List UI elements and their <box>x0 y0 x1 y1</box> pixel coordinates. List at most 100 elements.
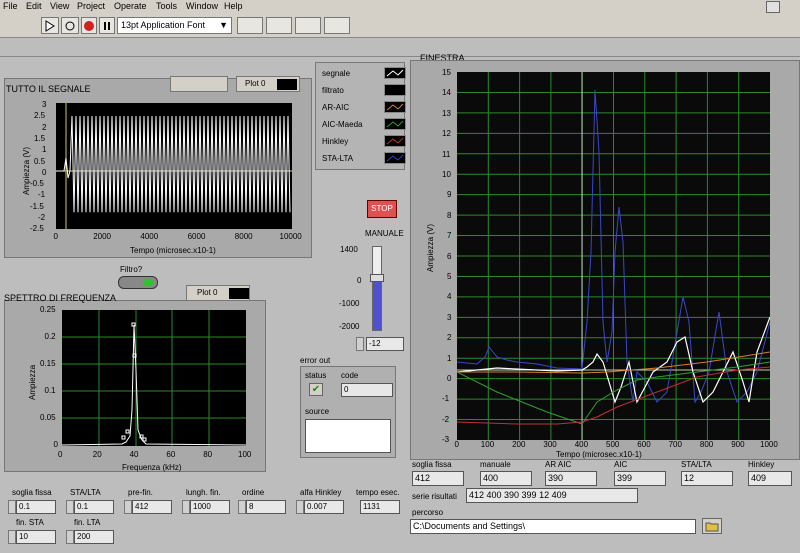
manuale-slider[interactable] <box>370 246 384 331</box>
finestra-plot-area[interactable] <box>457 72 770 440</box>
legend-item[interactable]: filtrato <box>322 84 406 98</box>
param-stepper[interactable] <box>8 500 16 514</box>
spectrum-plot-legend[interactable]: Plot 0 <box>186 285 250 301</box>
percorso-path-field[interactable]: C:\Documents and Settings\ <box>410 519 696 534</box>
signal-ytick: 2.5 <box>34 111 46 121</box>
legend-item[interactable]: segnale <box>322 67 406 81</box>
spectrum-ytick: 0 <box>53 440 58 449</box>
result-value[interactable]: 390 <box>545 471 597 486</box>
param-label: ordine <box>242 488 265 497</box>
param-label: pre-fin. <box>128 488 153 497</box>
menu-project[interactable]: Project <box>77 1 105 11</box>
finestra-ytick: -2 <box>442 414 450 424</box>
chevron-down-icon: ▼ <box>219 20 228 30</box>
signal-xtick: 2000 <box>93 232 111 241</box>
browse-folder-button[interactable] <box>702 518 722 534</box>
legend-item[interactable]: AIC-Maeda <box>322 118 406 132</box>
error-out-title: error out <box>300 356 331 365</box>
param-value[interactable]: 1131 <box>360 500 400 514</box>
menu-file[interactable]: File <box>3 1 18 11</box>
param2-value[interactable]: 10 <box>16 530 56 544</box>
result-value[interactable]: 399 <box>614 471 666 486</box>
param-stepper[interactable] <box>296 500 304 514</box>
filtro-label: Filtro? <box>120 265 143 274</box>
menu-help[interactable]: Help <box>224 1 243 11</box>
spectrum-xtick: 20 <box>92 450 102 459</box>
param2-stepper[interactable] <box>8 530 16 544</box>
signal-ytick: -0.5 <box>30 179 44 189</box>
manuale-slider-thumb[interactable] <box>370 274 384 282</box>
result-label: AIC <box>614 460 628 469</box>
param-stepper[interactable] <box>238 500 246 514</box>
spectrum-plot-swatch <box>229 288 249 299</box>
error-source-label: source <box>305 407 330 416</box>
graph-palette[interactable] <box>170 76 228 92</box>
legend-item[interactable]: Hinkley <box>322 135 406 149</box>
finestra-ytick: 12 <box>442 129 451 139</box>
param-value[interactable]: 8 <box>246 500 286 514</box>
serie-risultati-value[interactable]: 412 400 390 399 12 409 <box>466 488 638 503</box>
signal-title: TUTTO IL SEGNALE <box>6 84 91 94</box>
legend-item[interactable]: STA-LTA <box>322 152 406 166</box>
result-value[interactable]: 409 <box>748 471 792 486</box>
legend-item[interactable]: AR-AIC <box>322 101 406 115</box>
param-stepper[interactable] <box>66 500 74 514</box>
menu-tools[interactable]: Tools <box>156 1 177 11</box>
menu-operate[interactable]: Operate <box>114 1 147 11</box>
abort-button[interactable] <box>81 17 97 34</box>
font-select[interactable]: 13pt Application Font ▼ <box>117 17 232 34</box>
menu-view[interactable]: View <box>50 1 69 11</box>
param2-stepper[interactable] <box>66 530 74 544</box>
param-value[interactable]: 412 <box>132 500 172 514</box>
finestra-ytick: -3 <box>442 435 450 445</box>
result-label: manuale <box>480 460 511 469</box>
menu-edit[interactable]: Edit <box>26 1 42 11</box>
spectrum-xtick: 40 <box>129 450 139 459</box>
stop-button[interactable]: STOP <box>367 200 397 218</box>
param-value[interactable]: 1000 <box>190 500 230 514</box>
align-objects-button[interactable] <box>237 17 263 34</box>
finestra-ytick: 1 <box>447 353 452 363</box>
result-value[interactable]: 412 <box>412 471 464 486</box>
error-code-value[interactable]: 0 <box>341 383 393 397</box>
spectrum-ylabel: Ampiezza <box>28 364 37 400</box>
run-arrow-button[interactable] <box>41 17 59 34</box>
param2-value[interactable]: 200 <box>74 530 114 544</box>
signal-plot-area[interactable] <box>56 103 292 229</box>
finestra-ytick: 6 <box>447 251 452 261</box>
param2-label: fin. STA <box>16 518 44 527</box>
menu-bar: File Edit View Project Operate Tools Win… <box>0 0 800 14</box>
param-label: lungh. fin. <box>186 488 221 497</box>
error-code-label: code <box>341 371 359 380</box>
error-source-textbox[interactable] <box>305 419 391 453</box>
run-continuously-button[interactable] <box>61 17 79 34</box>
resize-objects-button[interactable] <box>295 17 321 34</box>
param-stepper[interactable] <box>124 500 132 514</box>
param-value[interactable]: 0.007 <box>304 500 344 514</box>
param-stepper[interactable] <box>182 500 190 514</box>
param-value[interactable]: 0.1 <box>74 500 114 514</box>
spectrum-plot-area[interactable] <box>62 310 246 446</box>
filtro-toggle[interactable] <box>118 276 158 289</box>
result-value[interactable]: 12 <box>681 471 733 486</box>
error-status-check-icon[interactable]: ✔ <box>309 383 323 396</box>
manuale-slider-fill <box>373 278 381 330</box>
pause-button[interactable] <box>99 17 115 34</box>
signal-plot-svg <box>56 103 292 229</box>
manuale-value[interactable]: -12 <box>366 337 404 351</box>
filtro-led <box>143 279 153 286</box>
reorder-button[interactable] <box>324 17 350 34</box>
legend-item-label: AR-AIC <box>322 103 350 112</box>
manuale-stepper[interactable] <box>356 337 364 351</box>
finestra-ytick: 13 <box>442 108 451 118</box>
distribute-objects-button[interactable] <box>266 17 292 34</box>
signal-ylabel: Ampiezza (V) <box>22 146 31 195</box>
menu-window[interactable]: Window <box>186 1 218 11</box>
finestra-ytick: 2 <box>447 333 452 343</box>
param-value[interactable]: 0.1 <box>16 500 56 514</box>
finestra-ytick: 15 <box>442 68 451 77</box>
result-value[interactable]: 400 <box>480 471 532 486</box>
signal-plot-legend[interactable]: Plot 0 <box>236 76 300 92</box>
vi-icon[interactable] <box>766 1 780 13</box>
legend-item-label: segnale <box>322 69 351 78</box>
